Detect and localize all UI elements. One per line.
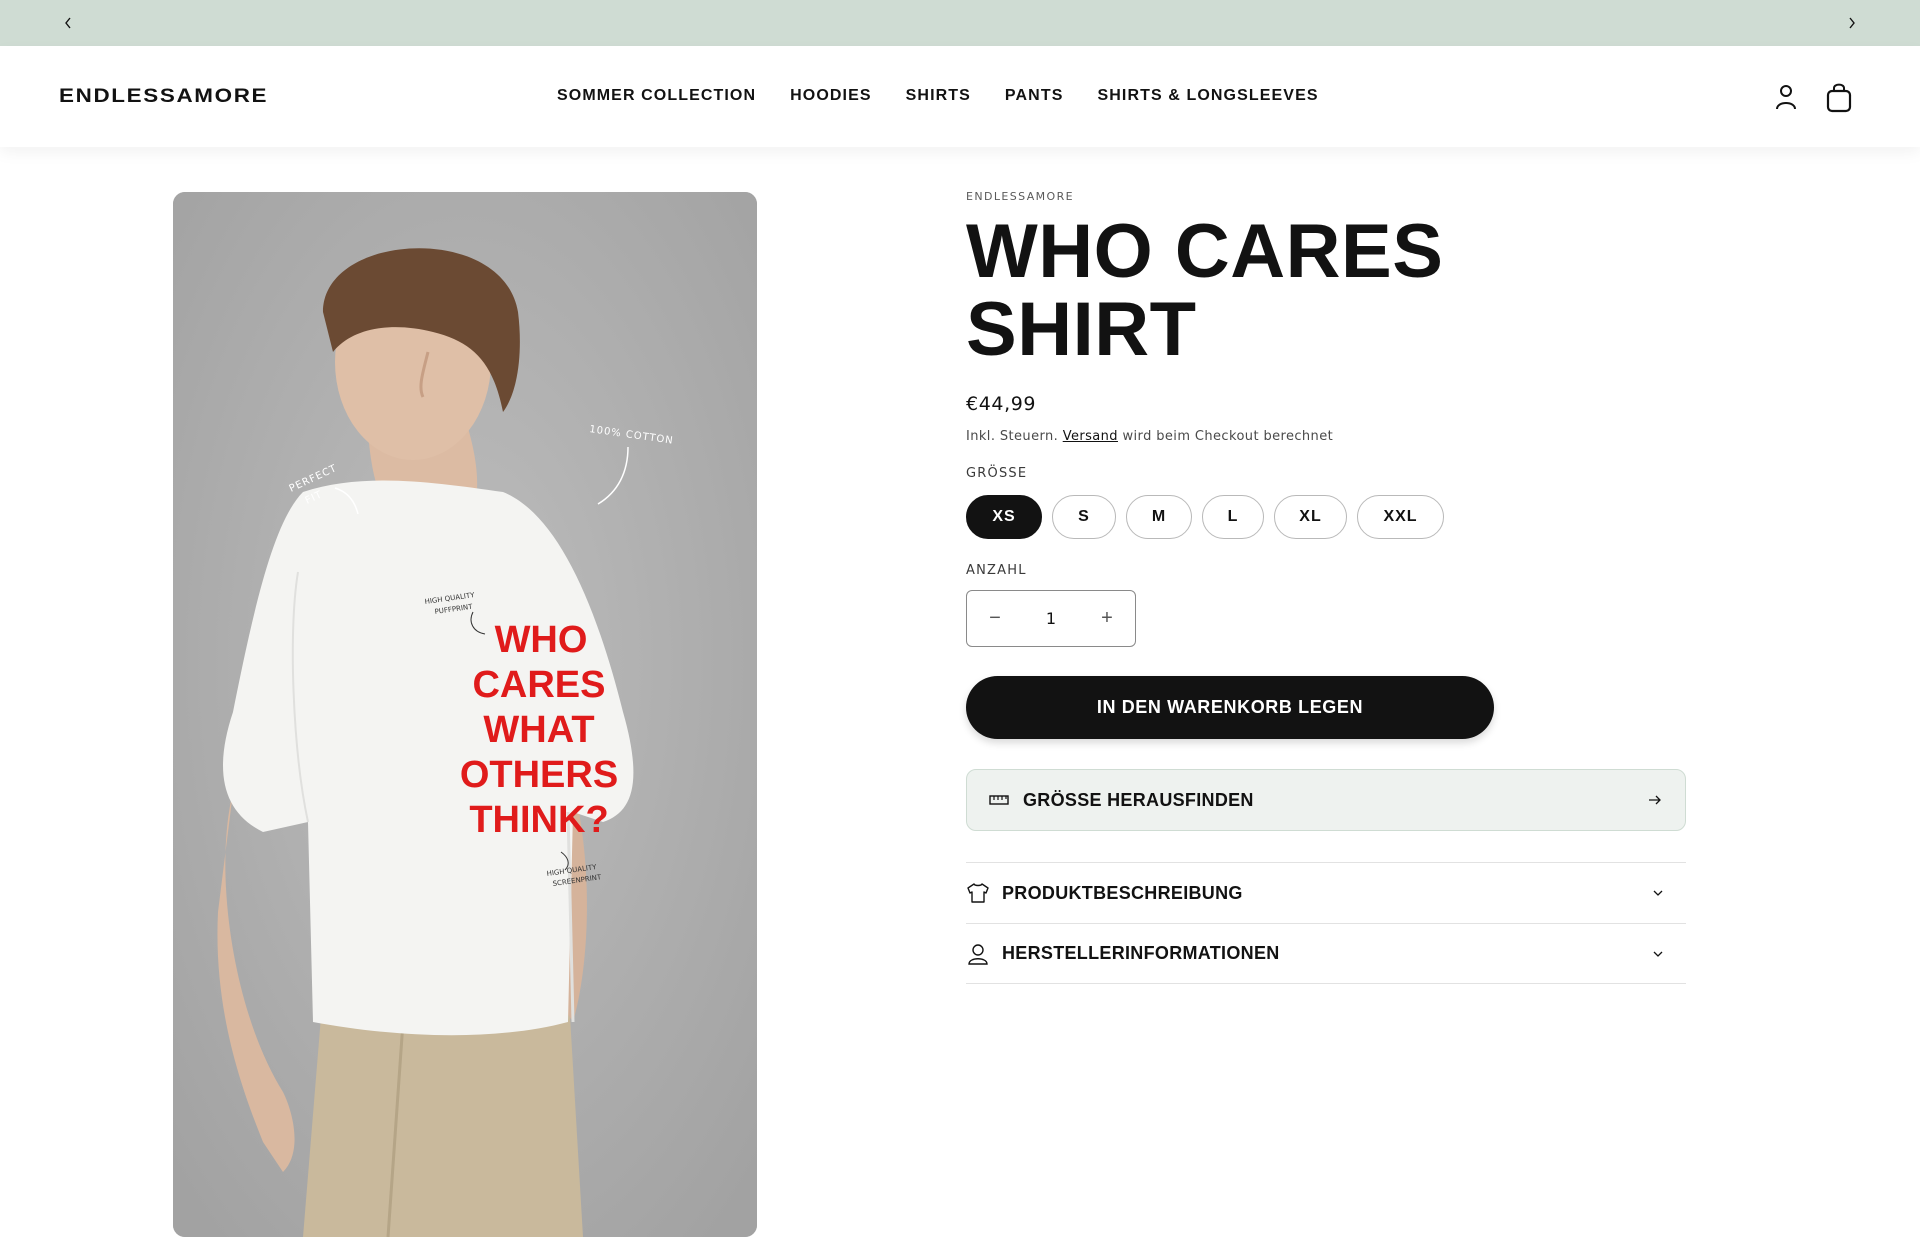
tax-note: Inkl. Steuern. Versand wird beim Checkou… [966, 429, 1686, 444]
accordion-product-description[interactable]: PRODUKTBESCHREIBUNG [966, 862, 1686, 923]
account-button[interactable] [1769, 80, 1803, 114]
ruler-icon [989, 794, 1011, 806]
accordion-label: HERSTELLERINFORMATIONEN [1002, 943, 1280, 963]
nav-item-hoodies[interactable]: HOODIES [790, 87, 872, 105]
nav-item-shirts-longsleeves[interactable]: SHIRTS & LONGSLEEVES [1097, 87, 1318, 105]
shipping-link[interactable]: Versand [1063, 429, 1118, 444]
size-option-m[interactable]: M [1126, 495, 1192, 539]
size-option-l[interactable]: L [1202, 495, 1264, 539]
person-icon [966, 942, 992, 966]
quantity-input[interactable]: 1 [1023, 609, 1079, 628]
site-logo[interactable]: ENDLESSAMORE [59, 86, 268, 108]
size-option-xs[interactable]: XS [966, 495, 1042, 539]
product-photo: WHO CARES WHAT OTHERS THINK? 100% COTTON… [173, 192, 757, 1237]
accordion-label: PRODUKTBESCHREIBUNG [1002, 882, 1243, 903]
shirt-icon [966, 882, 992, 904]
quantity-label: ANZAHL [966, 563, 1027, 578]
cart-button[interactable] [1822, 80, 1856, 114]
size-option-xl[interactable]: XL [1274, 495, 1347, 539]
announcement-next-button[interactable] [1840, 11, 1864, 35]
product-title: WHO CARES SHIRT [966, 209, 1444, 372]
print-line: CARES [472, 664, 605, 706]
product-vendor: ENDLESSAMORE [966, 190, 1074, 203]
cart-icon [1826, 83, 1852, 113]
product-price: €44,99 [966, 393, 1037, 415]
add-to-cart-button[interactable]: IN DEN WARENKORB LEGEN [966, 676, 1494, 739]
chevron-left-icon [65, 17, 71, 29]
print-line: OTHERS [460, 754, 618, 796]
quantity-stepper: − 1 + [966, 590, 1136, 647]
main-nav: SOMMER COLLECTION HOODIES SHIRTS PANTS S… [557, 87, 1319, 105]
chevron-down-icon [1652, 950, 1664, 958]
site-header: ENDLESSAMORE SOMMER COLLECTION HOODIES S… [0, 46, 1920, 147]
arrow-right-icon [1647, 792, 1663, 808]
tax-prefix: Inkl. Steuern. [966, 429, 1059, 444]
print-line: WHAT [483, 709, 594, 751]
size-option-xxl[interactable]: XXL [1357, 495, 1444, 539]
size-option-s[interactable]: S [1052, 495, 1116, 539]
print-line: WHO [495, 619, 588, 661]
size-finder-button[interactable]: GRÖSSE HERAUSFINDEN [966, 769, 1686, 831]
nav-item-sommer-collection[interactable]: SOMMER COLLECTION [557, 87, 756, 105]
product-info: ENDLESSAMORE WHO CARES SHIRT €44,99 Inkl… [966, 190, 1686, 984]
announcement-prev-button[interactable] [56, 11, 80, 35]
accordion-manufacturer-info[interactable]: HERSTELLERINFORMATIONEN [966, 923, 1686, 984]
chevron-right-icon [1849, 17, 1855, 29]
nav-item-pants[interactable]: PANTS [1005, 87, 1064, 105]
size-finder-label: GRÖSSE HERAUSFINDEN [1023, 789, 1254, 810]
chevron-down-icon [1652, 889, 1664, 897]
quantity-decrease-button[interactable]: − [967, 591, 1023, 646]
print-line: THINK? [469, 799, 608, 841]
nav-item-shirts[interactable]: SHIRTS [906, 87, 971, 105]
size-label: GRÖSSE [966, 466, 1028, 481]
quantity-increase-button[interactable]: + [1079, 591, 1135, 646]
tax-suffix: wird beim Checkout berechnet [1122, 429, 1334, 444]
account-icon [1776, 85, 1796, 110]
product-image[interactable]: WHO CARES WHAT OTHERS THINK? 100% COTTON… [173, 192, 757, 1237]
size-selector: XS S M L XL XXL [966, 495, 1444, 539]
announcement-bar [0, 0, 1920, 46]
